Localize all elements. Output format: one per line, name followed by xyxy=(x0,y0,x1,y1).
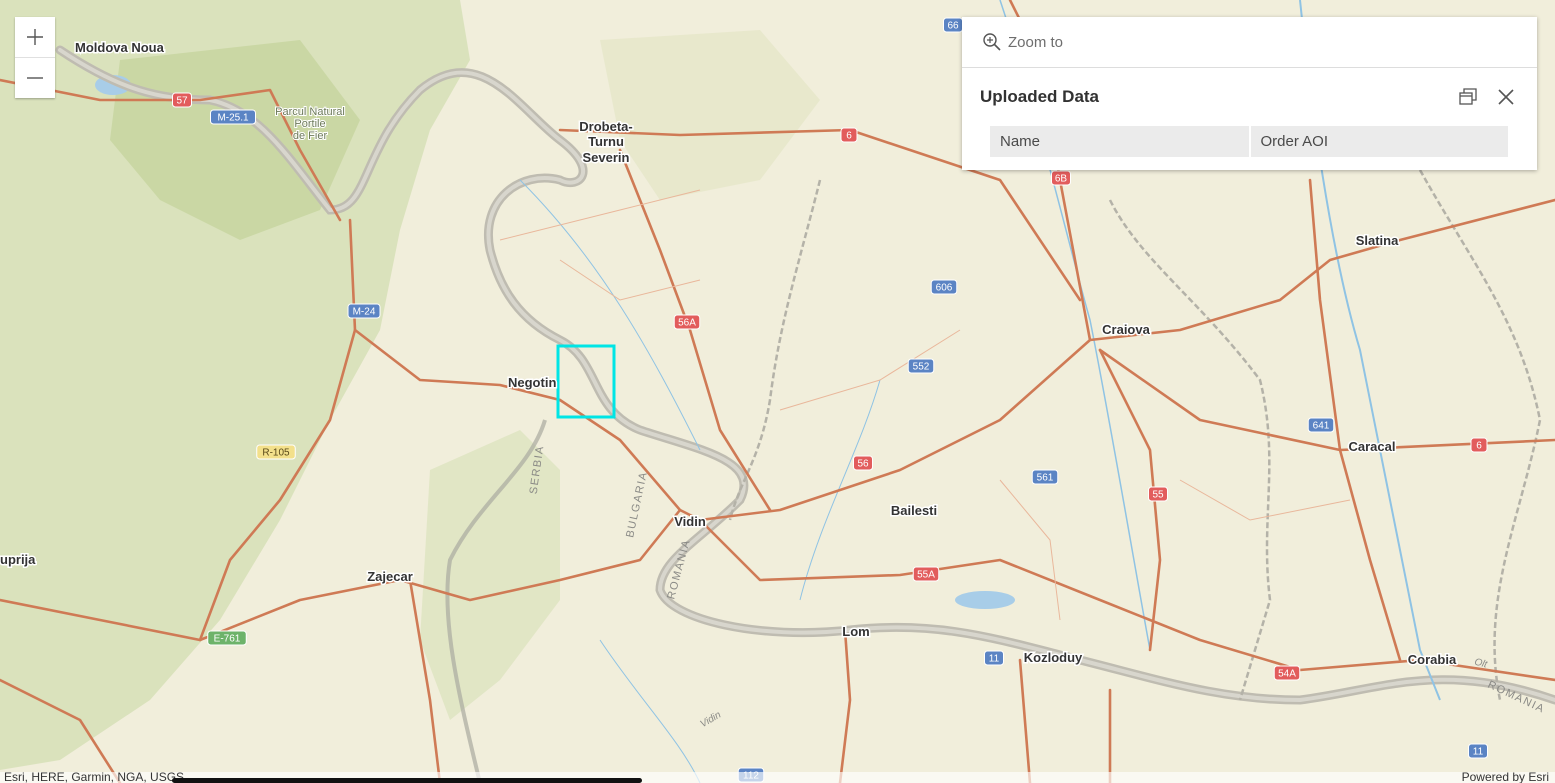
road-shield-label: 11 xyxy=(1473,747,1484,758)
road-shield: 606 xyxy=(930,279,958,295)
zoom-in-button[interactable] xyxy=(15,17,55,57)
city-label-drobeta: Drobeta- xyxy=(579,119,632,134)
attribution-bar: Esri, HERE, Garmin, NGA, USGS Powered by… xyxy=(0,772,1555,783)
road-shield: 6B xyxy=(1051,170,1071,186)
road-shield: 66 xyxy=(943,17,963,33)
city-label-craiova: Craiova xyxy=(1102,322,1150,337)
dock-icon xyxy=(1459,88,1477,105)
road-shield: 56A xyxy=(673,314,701,330)
city-label-vidin: Vidin xyxy=(674,514,706,529)
close-button[interactable] xyxy=(1493,84,1519,110)
park-label: Parcul Natural xyxy=(275,106,345,118)
city-label-negotin: Negotin xyxy=(508,375,556,390)
road-shield-label: E-761 xyxy=(214,634,241,645)
loading-bar xyxy=(172,778,642,783)
attribute-table: Name Order AOI xyxy=(990,126,1510,157)
road-shield: M-25.1 xyxy=(210,109,256,125)
road-shield: 55A xyxy=(912,566,940,582)
road-shield: E-761 xyxy=(207,630,247,646)
attribution-text[interactable]: Esri, HERE, Garmin, NGA, USGS xyxy=(4,772,184,783)
road-shield: 11 xyxy=(1468,743,1488,759)
road-shield-label: R-105 xyxy=(262,448,290,459)
road-shield-label: 606 xyxy=(936,283,953,294)
road-shield-label: 55 xyxy=(1152,490,1164,501)
city-label-turnu: Turnu xyxy=(588,134,624,149)
road-shield-label: 57 xyxy=(176,96,188,107)
road-shield: 552 xyxy=(907,358,935,374)
road-shield-label: 561 xyxy=(1037,473,1054,484)
dock-button[interactable] xyxy=(1455,84,1481,110)
city-label-moldovanoua: Moldova Noua xyxy=(75,40,165,55)
city-label-kozloduy: Kozloduy xyxy=(1024,650,1083,665)
zoom-to-label: Zoom to xyxy=(1008,33,1064,51)
road-shield-label: 56A xyxy=(678,318,696,329)
minus-icon xyxy=(27,77,43,79)
zoom-to-action[interactable]: Zoom to xyxy=(962,17,1537,68)
road-shield-label: 55A xyxy=(917,570,935,581)
road-shield: 56 xyxy=(853,455,873,471)
city-label-severin: Severin xyxy=(583,150,630,165)
city-label-slatina: Slatina xyxy=(1356,233,1399,248)
road-shield: 561 xyxy=(1031,469,1059,485)
road-shield: 57 xyxy=(172,92,192,108)
road-shield: 55 xyxy=(1148,486,1168,502)
road-shield: M-24 xyxy=(347,303,381,319)
city-label-caracal: Caracal xyxy=(1349,439,1396,454)
road-shield: 641 xyxy=(1307,417,1335,433)
city-label-zajecar: Zajecar xyxy=(367,569,413,584)
road-shield-label: 641 xyxy=(1313,421,1330,432)
field-name-cell: Name xyxy=(990,126,1251,157)
road-shield: R-105 xyxy=(256,444,296,460)
road-shield: 54A xyxy=(1273,665,1301,681)
park-label: Portile xyxy=(294,118,325,130)
city-label-lom: Lom xyxy=(842,624,869,639)
field-value-cell: Order AOI xyxy=(1249,126,1510,157)
road-shield-label: 6B xyxy=(1055,174,1068,185)
lake xyxy=(955,591,1015,609)
road-shield: 11 xyxy=(984,650,1004,666)
city-label-uprija: uprija xyxy=(0,552,36,567)
road-shield-label: 56 xyxy=(857,459,869,470)
park-label: de Fier xyxy=(293,130,328,142)
road-shield-label: 11 xyxy=(989,654,1000,665)
zoom-magnifier-icon xyxy=(983,33,1001,51)
road-shield-label: 6 xyxy=(846,131,852,142)
road-shield-label: 66 xyxy=(947,21,959,32)
zoom-out-button[interactable] xyxy=(15,57,55,98)
popup-title: Uploaded Data xyxy=(980,87,1100,106)
road-shield-label: M-24 xyxy=(353,307,376,318)
close-icon xyxy=(1498,89,1514,105)
road-shield-label: 552 xyxy=(913,362,930,373)
plus-icon xyxy=(27,29,43,45)
zoom-control xyxy=(15,17,55,98)
road-shield-label: M-25.1 xyxy=(217,113,249,124)
road-shield-label: 54A xyxy=(1278,669,1296,680)
road-shield: 6 xyxy=(1470,437,1488,453)
city-label-corabia: Corabia xyxy=(1408,652,1457,667)
feature-popup: Zoom to Uploaded Data Name Order AOI xyxy=(962,17,1537,170)
road-shield-label: 6 xyxy=(1476,441,1482,452)
road-shield: 6 xyxy=(840,127,858,143)
city-label-bailesti: Bailesti xyxy=(891,503,937,518)
table-row: Name Order AOI xyxy=(990,126,1510,157)
powered-by-esri[interactable]: Powered by Esri xyxy=(1462,772,1549,783)
